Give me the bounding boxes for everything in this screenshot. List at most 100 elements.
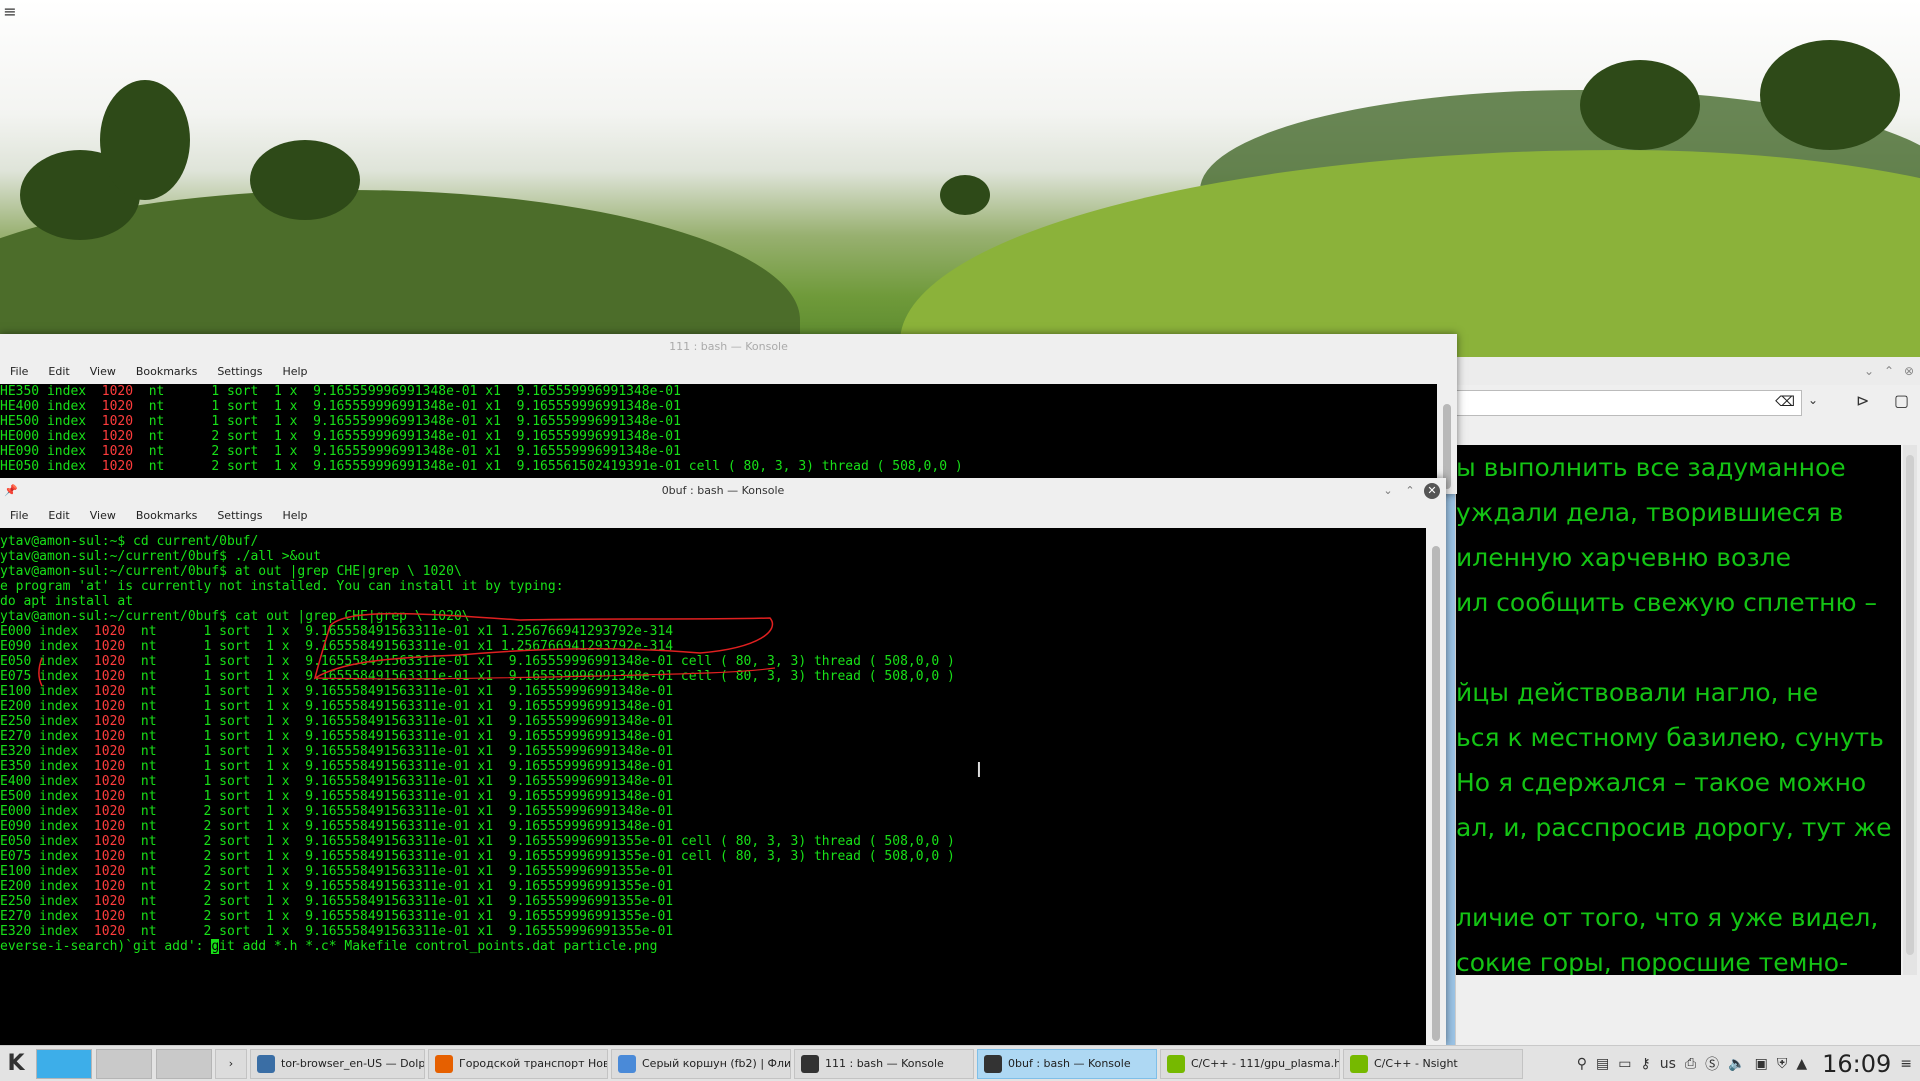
index-value: 1020 [93, 789, 126, 804]
index-value: 1020 [93, 714, 126, 729]
menu-item-settings[interactable]: Settings [207, 504, 272, 528]
task-button[interactable]: Городской транспорт Ново [428, 1048, 608, 1079]
menu-item-edit[interactable]: Edit [38, 360, 79, 384]
close-icon[interactable]: ✕ [1424, 483, 1440, 499]
index-value: 1020 [93, 924, 126, 939]
menu-item-bookmarks[interactable]: Bookmarks [126, 360, 207, 384]
system-tray: ⚲ ▤ ▭ ⚷ us ⎙ Ⓢ 🔈 ▣ ⛨ ▲ 16:09 ≡ [1577, 1050, 1920, 1078]
index-value: 1020 [101, 444, 134, 459]
network-icon[interactable]: ⚲ [1577, 1056, 1587, 1072]
row-values: nt 1 sort 1 x 9.165558491563311e-01 x1 9… [125, 774, 674, 789]
minimize-icon[interactable]: ⌄ [1380, 483, 1396, 499]
row-label: E500 index [0, 789, 94, 804]
menu-item-view[interactable]: View [80, 504, 126, 528]
maximize-icon[interactable]: ⌃ [1402, 483, 1418, 499]
reader-line: иленную харчевню возле [1456, 543, 1791, 572]
terminal-output[interactable]: ytav@amon-sul:~$ cd current/0buf/ ytav@a… [0, 528, 1426, 1045]
virtual-desktop-3[interactable] [156, 1048, 212, 1079]
menu-item-view[interactable]: View [80, 360, 126, 384]
task-button[interactable]: Серый коршун (fb2) | Флибу [611, 1048, 791, 1079]
clock[interactable]: 16:09 [1822, 1050, 1891, 1078]
menu-item-file[interactable]: File [0, 360, 38, 384]
row-label: E090 index [0, 819, 94, 834]
reader-scrollbar[interactable] [1903, 445, 1917, 975]
index-value: 1020 [93, 729, 126, 744]
terminal-cursor: g [211, 939, 220, 954]
app-icon [1350, 1054, 1368, 1073]
reader-line: ься к местному базилею, сунуть [1456, 723, 1884, 752]
terminal-line: do apt install at [0, 594, 134, 609]
menu-item-file[interactable]: File [0, 504, 38, 528]
terminal-line: E000 index 1020 nt 2 sort 1 x 9.16555849… [0, 804, 673, 819]
row-values: nt 2 sort 1 x 9.165559996991348e-01 x1 9… [133, 459, 963, 474]
app-launcher-icon[interactable]: K [0, 1048, 32, 1080]
task-button[interactable]: tor-browser_en-US — Dolphin [250, 1048, 425, 1079]
scrollbar[interactable] [1426, 528, 1446, 1045]
row-label: E350 index [0, 759, 94, 774]
updates-icon[interactable]: ⛨ [1777, 1056, 1788, 1072]
pin-icon[interactable]: 📌 [4, 478, 18, 504]
show-desktop-button[interactable]: › [215, 1048, 247, 1079]
task-button[interactable]: C/C++ - Nsight [1343, 1048, 1523, 1079]
row-label: E270 index [0, 909, 94, 924]
keyboard-layout[interactable]: us [1660, 1056, 1676, 1072]
index-value: 1020 [93, 909, 126, 924]
index-value: 1020 [93, 894, 126, 909]
clear-input-icon[interactable]: ⌫ [1775, 394, 1795, 410]
menu-item-edit[interactable]: Edit [38, 504, 79, 528]
display-icon[interactable]: ▣ [1755, 1056, 1768, 1072]
task-button[interactable]: C/C++ - 111/gpu_plasma.h - N [1160, 1048, 1340, 1079]
chevron-down-icon[interactable]: ⌄ [1808, 393, 1818, 407]
virtual-desktop-2[interactable] [96, 1048, 152, 1079]
skype-icon[interactable]: Ⓢ [1705, 1054, 1719, 1074]
row-label: E075 index [0, 669, 94, 684]
volume-icon[interactable]: 🔈 [1728, 1056, 1745, 1072]
expand-tray-icon[interactable]: ▲ [1796, 1056, 1807, 1072]
row-values: nt 2 sort 1 x 9.165558491563311e-01 x1 9… [125, 909, 674, 924]
hamburger-icon[interactable]: ≡ [0, 2, 20, 22]
index-value: 1020 [93, 804, 126, 819]
app-icon [1167, 1054, 1185, 1073]
terminal-line: E050 index 1020 nt 1 sort 1 x 9.16555849… [0, 654, 955, 669]
row-label: E250 index [0, 894, 94, 909]
page-icon[interactable]: ▢ [1894, 391, 1909, 410]
menu-item-help[interactable]: Help [272, 504, 317, 528]
notifications-icon[interactable]: ▭ [1618, 1056, 1631, 1072]
index-value: 1020 [93, 774, 126, 789]
go-icon[interactable]: ⊳ [1856, 391, 1869, 410]
terminal-line: E500 index 1020 nt 1 sort 1 x 9.16555849… [0, 789, 673, 804]
terminal-line: E250 index 1020 nt 2 sort 1 x 9.16555849… [0, 894, 673, 909]
menu-icon[interactable]: ≡ [1900, 1056, 1912, 1072]
row-label: E200 index [0, 879, 94, 894]
menu-item-bookmarks[interactable]: Bookmarks [126, 504, 207, 528]
terminal-line: ytav@amon-sul:~/current/0buf$ cat out |g… [0, 609, 470, 624]
index-value: 1020 [101, 459, 134, 474]
terminal-line: E320 index 1020 nt 1 sort 1 x 9.16555849… [0, 744, 673, 759]
text-cursor-icon: I [976, 758, 982, 782]
row-values: nt 2 sort 1 x 9.165558491563311e-01 x1 9… [125, 849, 955, 864]
task-button[interactable]: 111 : bash — Konsole [794, 1048, 974, 1079]
menu-item-settings[interactable]: Settings [207, 360, 272, 384]
row-values: nt 1 sort 1 x 9.165558491563311e-01 x1 9… [125, 669, 955, 684]
task-button[interactable]: 0buf : bash — Konsole [977, 1048, 1157, 1079]
maximize-icon[interactable]: ⌃ [1881, 363, 1897, 379]
url-field[interactable]: ⌫ [1456, 390, 1802, 416]
row-values: nt 1 sort 1 x 9.165558491563311e-01 x1 1… [125, 624, 674, 639]
row-label: E050 index [0, 654, 94, 669]
minimize-icon[interactable]: ⌄ [1861, 363, 1877, 379]
index-value: 1020 [93, 849, 126, 864]
terminal-line: E400 index 1020 nt 1 sort 1 x 9.16555849… [0, 774, 673, 789]
virtual-desktop-1[interactable] [36, 1048, 92, 1079]
reader-window: ⌄ ⌃ ⊗ ⌫ ⌄ ⊳ ▢ ы выполнить все задуманное… [1455, 357, 1920, 1052]
reader-text: ы выполнить все задуманное уждали дела, т… [1456, 445, 1901, 975]
menu-item-help[interactable]: Help [272, 360, 317, 384]
taskbar: K › tor-browser_en-US — Dolphin Городской… [0, 1045, 1920, 1081]
terminal-line: ytav@amon-sul:~$ cd current/0buf/ [0, 534, 259, 549]
close-icon[interactable]: ⊗ [1901, 363, 1917, 379]
clipboard-icon[interactable]: ▤ [1596, 1056, 1609, 1072]
row-values: nt 1 sort 1 x 9.165558491563311e-01 x1 9… [125, 729, 674, 744]
row-label: HE000 index [0, 429, 102, 444]
usb-icon[interactable]: ⚷ [1641, 1056, 1651, 1072]
reverse-search-line[interactable]: everse-i-search)`git add': git add *.h *… [0, 939, 657, 954]
printer-icon[interactable]: ⎙ [1685, 1056, 1696, 1072]
